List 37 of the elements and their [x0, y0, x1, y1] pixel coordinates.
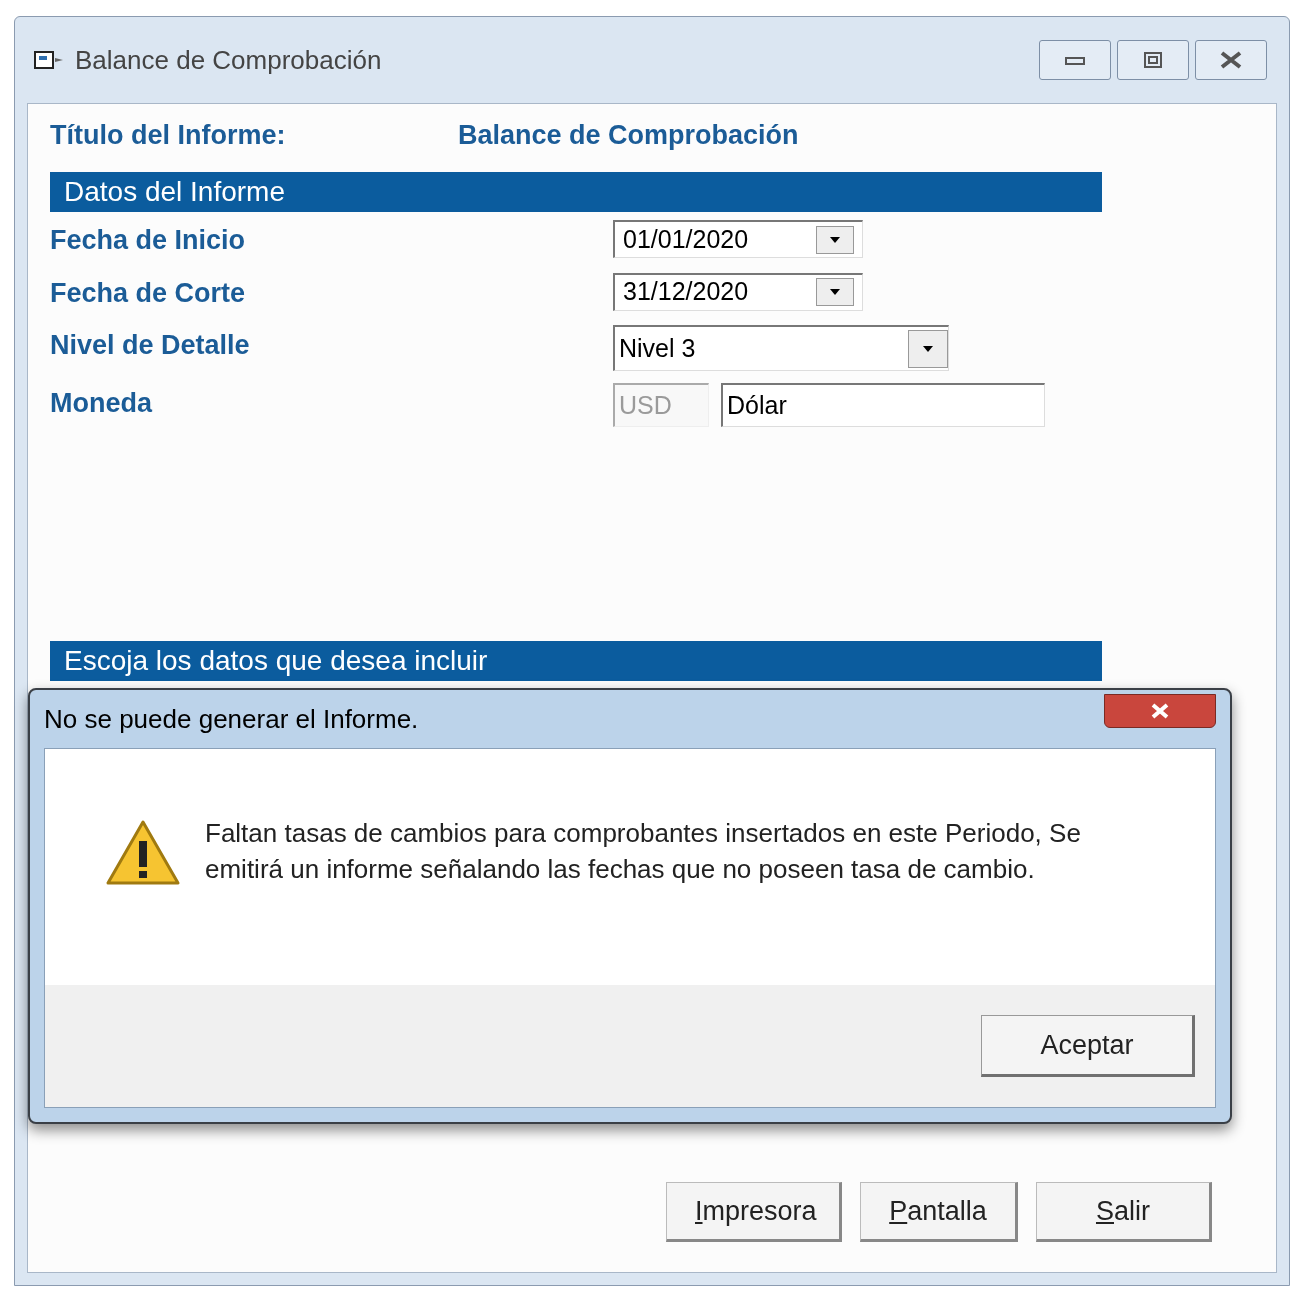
report-title-value: Balance de Comprobación	[458, 118, 799, 152]
date-field[interactable]: 01/01/2020	[613, 220, 863, 258]
date-dropdown-button[interactable]	[816, 278, 854, 306]
maximize-icon	[1144, 52, 1162, 68]
field-label: Nivel de Detalle	[50, 329, 251, 362]
select-dropdown-button[interactable]	[908, 329, 948, 368]
report-title-label: Título del Informe:	[50, 118, 287, 152]
minimize-icon	[1065, 55, 1085, 65]
field-label: Moneda	[50, 387, 154, 420]
date-field[interactable]: 31/12/2020	[613, 272, 863, 311]
dialog-message: Faltan tasas de cambios para comprobantes insertados en este Periodo, Se emitirá un informe señalando las fechas que no poseen tasa de cambio.	[205, 817, 1082, 886]
minimize-button[interactable]	[1039, 40, 1111, 80]
section-header: Datos del Informe	[50, 172, 1102, 212]
close-icon	[1150, 702, 1170, 720]
window-title: Balance de Comprobación	[75, 43, 382, 77]
close-icon	[1220, 51, 1242, 69]
dropdown-arrow-icon	[830, 289, 840, 295]
date-value: 01/01/2020	[623, 223, 749, 255]
field-label: Fecha de Corte	[50, 276, 247, 310]
field-label: Fecha de Inicio	[50, 224, 247, 257]
level-select[interactable]: Nivel 3	[613, 325, 949, 371]
warning-icon	[105, 819, 181, 887]
dialog-title: No se puede generar el Informe.	[44, 702, 419, 736]
date-dropdown-button[interactable]	[816, 225, 854, 254]
accept-button[interactable]: Aceptar	[981, 1015, 1195, 1077]
dropdown-arrow-icon	[923, 345, 933, 352]
select-value: Nivel 3	[619, 332, 696, 364]
action-button[interactable]: Impresora	[666, 1182, 842, 1242]
dropdown-arrow-icon	[830, 236, 840, 243]
currency-name-field[interactable]: Dólar	[721, 383, 1045, 427]
action-button[interactable]: Salir	[1036, 1182, 1212, 1242]
maximize-button[interactable]	[1117, 40, 1189, 80]
section-header: Escoja los datos que desea incluir	[50, 641, 1102, 681]
date-value: 31/12/2020	[623, 276, 749, 308]
dialog-close-button[interactable]	[1104, 694, 1216, 728]
close-button[interactable]	[1195, 40, 1267, 80]
action-button[interactable]: Pantalla	[860, 1182, 1018, 1242]
